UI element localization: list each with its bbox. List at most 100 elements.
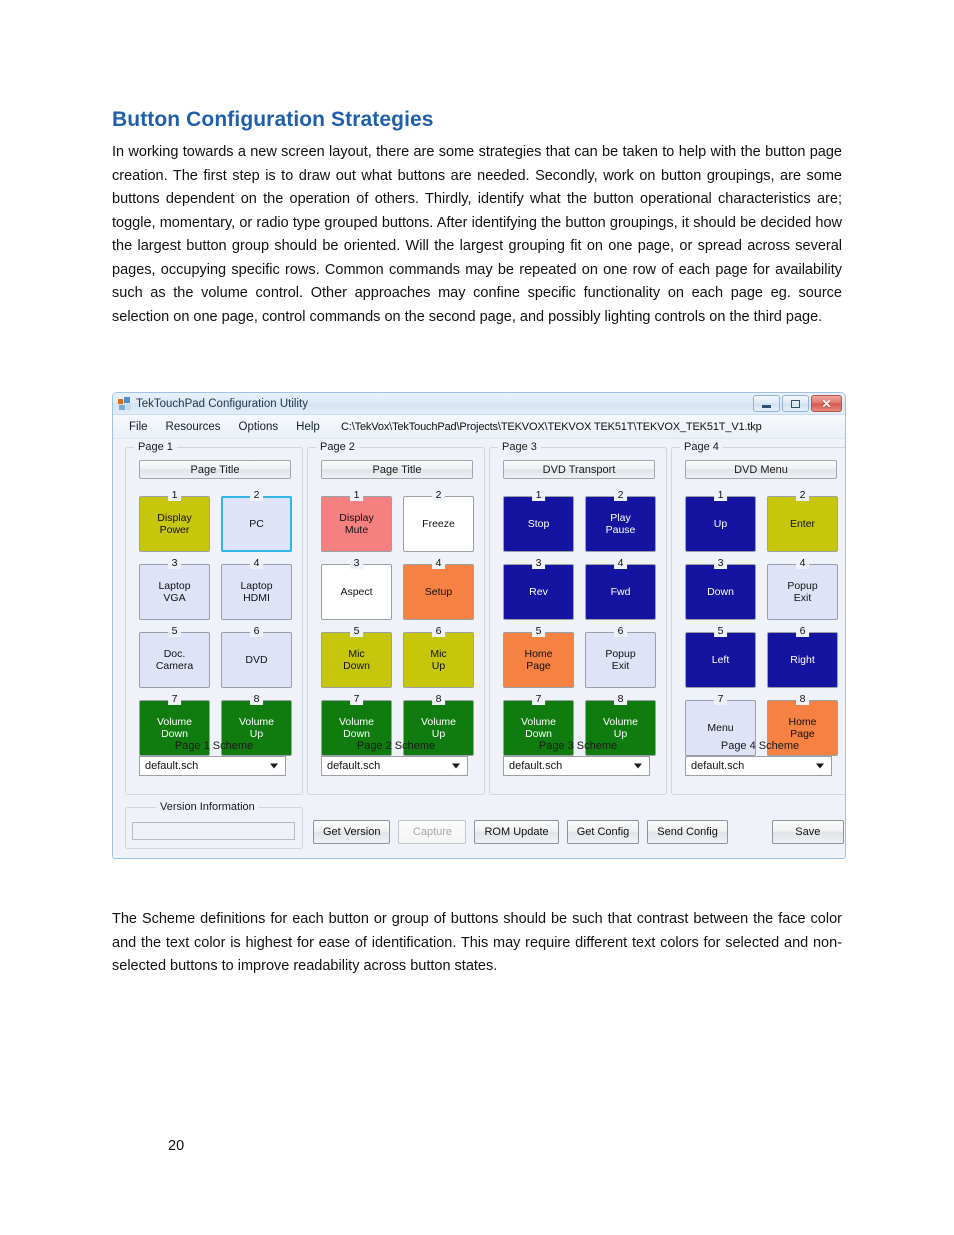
menu-item-help[interactable]: Help [287,418,329,436]
page-3-scheme-label: Page 3 Scheme [538,740,618,752]
pad-button-display-power[interactable]: Display Power [139,496,210,552]
version-information-field[interactable] [132,822,295,840]
minimize-button[interactable] [753,395,780,412]
pad-button-number: 5 [531,626,546,637]
pad-button-doc-camera[interactable]: Doc. Camera [139,632,210,688]
pad-button-down[interactable]: Down [685,564,756,620]
pad-button-cell: 3 Rev [503,558,574,625]
pad-button-rev[interactable]: Rev [503,564,574,620]
get-version-button[interactable]: Get Version [313,820,391,844]
pad-button-number: 8 [613,694,628,705]
pad-button-cell: 1 Display Power [139,490,210,557]
pad-button-cell: 5 Home Page [503,626,574,693]
pad-button-mic-down[interactable]: Mic Down [321,632,392,688]
pad-button-freeze[interactable]: Freeze [403,496,474,552]
pad-button-line1: Volume [420,715,457,728]
pad-button-number: 1 [713,490,728,501]
get-config-button[interactable]: Get Config [566,820,640,844]
menu-item-file[interactable]: File [120,418,157,436]
page-4-title-button[interactable]: DVD Menu [685,460,837,479]
pad-button-stop[interactable]: Stop [503,496,574,552]
pad-button-right[interactable]: Right [767,632,838,688]
close-button[interactable]: ✕ [811,395,842,412]
page-1-scheme-label: Page 1 Scheme [174,740,254,752]
version-information-group: Version Information [125,801,303,849]
pad-button-play-pause[interactable]: Play Pause [585,496,656,552]
pad-button-line1: Setup [424,585,453,598]
pad-button-up[interactable]: Up [685,496,756,552]
page-2-scheme-value: default.sch [327,760,381,772]
pad-button-line2: Camera [155,660,194,672]
pad-button-line1: Enter [789,517,816,530]
pad-button-pc[interactable]: PC [221,496,292,552]
pad-button-mic-up[interactable]: Mic Up [403,632,474,688]
pad-button-number: 1 [167,490,182,501]
minimize-icon [762,404,771,408]
save-button[interactable]: Save [771,820,844,844]
pad-button-laptop-vga[interactable]: Laptop VGA [139,564,210,620]
close-icon: ✕ [821,396,832,411]
pad-button-line1: Mic [430,647,447,660]
pad-button-aspect[interactable]: Aspect [321,564,392,620]
pad-button-display-mute[interactable]: Display Mute [321,496,392,552]
pad-button-line1: Display [157,511,192,524]
menu-item-resources[interactable]: Resources [157,418,230,436]
pad-button-cell: 1 Up [685,490,756,557]
pad-button-line1: Home [788,715,817,728]
pad-button-line2: Down [343,728,370,740]
pad-button-cell: 1 Stop [503,490,574,557]
pad-button-setup[interactable]: Setup [403,564,474,620]
pad-button-line1: Freeze [422,517,455,530]
pad-button-line2: Pause [605,524,636,536]
pad-button-popup-exit[interactable]: Popup Exit [767,564,838,620]
pad-button-line2: Power [159,524,190,536]
page-1-scheme-select[interactable]: default.sch [139,756,286,776]
pad-button-cell: 4 Fwd [585,558,656,625]
pad-button-fwd[interactable]: Fwd [585,564,656,620]
pad-button-number: 3 [167,558,182,569]
page-2-scheme-select[interactable]: default.sch [321,756,468,776]
pad-button-line1: Right [790,653,815,666]
page-1-title-button[interactable]: Page Title [139,460,291,479]
pad-button-line1: Down [707,585,734,598]
page-3-title-button[interactable]: DVD Transport [503,460,655,479]
maximize-button[interactable] [782,395,809,412]
pad-button-cell: 4 Setup [403,558,474,625]
pad-button-line2: Page [790,728,815,740]
pad-button-enter[interactable]: Enter [767,496,838,552]
pad-button-dvd[interactable]: DVD [221,632,292,688]
pad-button-line2: Mute [344,524,369,536]
pad-button-number: 8 [431,694,446,705]
pad-button-line2: Exit [611,660,630,672]
pad-button-number: 7 [349,694,364,705]
page-2-title-button[interactable]: Page Title [321,460,473,479]
pad-button-left[interactable]: Left [685,632,756,688]
pad-button-number: 3 [349,558,364,569]
page-group-1-label: Page 1 [134,441,177,453]
pad-button-number: 1 [531,490,546,501]
page-4-scheme-select[interactable]: default.sch [685,756,832,776]
menu-bar: File Resources Options Help C:\TekVox\Te… [113,415,845,439]
pad-button-home-page[interactable]: Home Page [503,632,574,688]
pad-button-line1: Volume [602,715,639,728]
pad-button-number: 4 [431,558,446,569]
window-title: TekTouchPad Configuration Utility [136,397,308,410]
pad-button-cell: 2 PC [221,490,292,557]
pad-button-number: 4 [795,558,810,569]
page-3-scheme-value: default.sch [509,760,563,772]
page-3-scheme-select[interactable]: default.sch [503,756,650,776]
pad-button-number: 3 [713,558,728,569]
menu-item-options[interactable]: Options [230,418,288,436]
page-4-scheme-value: default.sch [691,760,745,772]
pad-button-line1: Volume [238,715,275,728]
pad-button-line2: Up [431,728,446,740]
rom-update-button[interactable]: ROM Update [474,820,559,844]
send-config-button[interactable]: Send Config [647,820,728,844]
pad-button-laptop-hdmi[interactable]: Laptop HDMI [221,564,292,620]
pad-button-popup-exit[interactable]: Popup Exit [585,632,656,688]
pad-button-line1: Laptop [158,579,191,592]
page-number: 20 [168,1138,185,1154]
action-button-bar: Get Version Capture ROM Update Get Confi… [313,820,844,844]
closing-paragraph: The Scheme definitions for each button o… [112,911,842,974]
pad-button-line1: Play [610,511,631,524]
